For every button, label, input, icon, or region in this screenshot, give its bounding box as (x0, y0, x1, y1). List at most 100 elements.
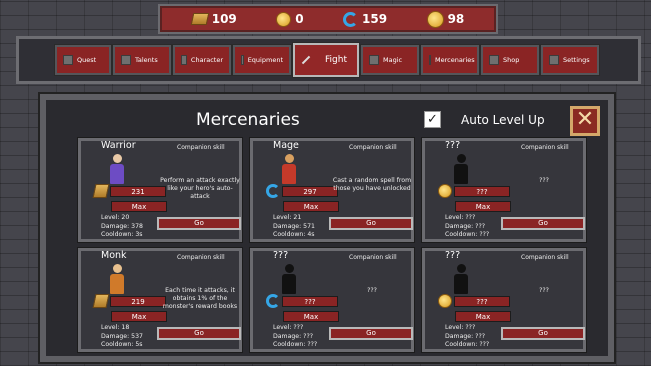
max-button[interactable]: Max (111, 201, 167, 212)
level-cost: ??? (266, 294, 338, 308)
skill-description: Cast a random spell from those you have … (332, 177, 412, 192)
damage-text: Damage: ??? (445, 222, 486, 230)
cooldown-text: Cooldown: 5s (101, 341, 143, 348)
wand-icon (369, 55, 379, 65)
mercenary-card: Monk Companion skill 219 Max Level: 18 D… (77, 247, 243, 353)
tab-label: Character (190, 56, 223, 64)
mercenary-card: Mage Companion skill 297 Max Level: 21 D… (249, 137, 415, 243)
resource-gold: 98 (426, 10, 465, 28)
go-button[interactable]: Go (501, 327, 585, 340)
max-button[interactable]: Max (283, 311, 339, 322)
cost-value: ??? (282, 295, 338, 307)
tab-label: Magic (383, 56, 403, 64)
tab-magic[interactable]: Magic (360, 44, 420, 76)
tab-label: Talents (135, 56, 158, 64)
max-button[interactable]: Max (111, 311, 167, 322)
go-button[interactable]: Go (501, 217, 585, 230)
max-button[interactable]: Max (455, 201, 511, 212)
tab-label: Quest (77, 56, 97, 64)
mercenary-portrait (451, 264, 471, 294)
tab-character[interactable]: Character (172, 44, 232, 76)
damage-text: Damage: 537 (101, 332, 143, 340)
mercenary-card: ??? Companion skill ??? Max Level: ??? D… (421, 247, 587, 353)
mercenary-portrait (107, 264, 127, 294)
mercenary-grid: Warrior Companion skill 231 Max Level: 2… (77, 137, 587, 353)
companion-skill-label: Companion skill (177, 144, 225, 151)
gold-value: 98 (447, 12, 465, 26)
tab-quest[interactable]: Quest (54, 44, 112, 76)
tab-label: Settings (563, 56, 590, 64)
go-button[interactable]: Go (157, 217, 241, 230)
mercenary-portrait (107, 154, 127, 184)
skill-description: ??? (539, 287, 549, 294)
mercenary-icon (429, 55, 431, 65)
resource-bar: 109 0 159 98 (158, 4, 498, 34)
quest-icon (63, 55, 73, 65)
go-button[interactable]: Go (157, 327, 241, 340)
talents-icon (121, 55, 131, 65)
tab-label: Fight (325, 55, 347, 65)
level-cost: ??? (438, 184, 510, 198)
level-cost: 297 (266, 184, 338, 198)
auto-level-up-label: Auto Level Up (461, 113, 545, 127)
mercenary-name: ??? (273, 250, 289, 261)
tab-settings[interactable]: Settings (540, 44, 600, 76)
mercenary-name: Warrior (101, 140, 136, 151)
auto-level-up-checkbox[interactable]: ✓ (424, 111, 441, 128)
tab-label: Equipment (247, 56, 283, 64)
level-cost: 219 (92, 294, 166, 308)
skill-description: Perform an attack exactly like your hero… (160, 177, 240, 200)
mana-swirl-icon (343, 11, 359, 27)
max-button[interactable]: Max (455, 311, 511, 322)
mercenary-portrait (279, 154, 299, 184)
mercenary-card: Warrior Companion skill 231 Max Level: 2… (77, 137, 243, 243)
skill-description: ??? (539, 177, 549, 184)
damage-text: Damage: 378 (101, 222, 143, 230)
tab-label: Mercenaries (435, 56, 475, 64)
damage-text: Damage: 571 (273, 222, 315, 230)
skill-description: Each time it attacks, it obtains 1% of t… (162, 287, 238, 310)
close-button[interactable]: ✕ (570, 106, 600, 136)
level-text: Level: ??? (273, 324, 304, 331)
go-button[interactable]: Go (329, 327, 413, 340)
max-button[interactable]: Max (283, 201, 339, 212)
gold-coin-icon (426, 10, 444, 28)
damage-text: Damage: ??? (273, 332, 314, 340)
book-icon (190, 13, 209, 25)
cost-value: ??? (454, 185, 510, 197)
mercenary-card: ??? Companion skill ??? Max Level: ??? D… (421, 137, 587, 243)
coins-value: 0 (295, 12, 304, 26)
gear-icon (549, 55, 559, 65)
panel-title: Mercenaries (196, 110, 300, 130)
tab-mercenaries[interactable]: Mercenaries (420, 44, 480, 76)
companion-skill-label: Companion skill (177, 254, 225, 261)
mana-swirl-icon (266, 184, 280, 198)
go-button[interactable]: Go (329, 217, 413, 230)
mercenary-stats: Level: 20 Damage: 378 Cooldown: 3s (101, 214, 143, 240)
book-icon (92, 294, 110, 308)
coin-icon (276, 11, 292, 27)
damage-text: Damage: ??? (445, 332, 486, 340)
tab-talents[interactable]: Talents (112, 44, 172, 76)
book-icon (92, 184, 110, 198)
companion-skill-label: Companion skill (349, 254, 397, 261)
resource-mana: 159 (343, 11, 387, 27)
level-text: Level: 18 (101, 324, 130, 331)
mercenary-stats: Level: ??? Damage: ??? Cooldown: ??? (445, 214, 489, 240)
cost-value: 231 (110, 185, 166, 197)
level-cost: 231 (92, 184, 166, 198)
level-text: Level: ??? (445, 214, 476, 221)
cost-value: 297 (282, 185, 338, 197)
mercenary-stats: Level: ??? Damage: ??? Cooldown: ??? (273, 324, 317, 350)
tab-fight[interactable]: Fight (292, 42, 360, 78)
mercenary-card: ??? Companion skill ??? Max Level: ??? D… (249, 247, 415, 353)
mercenary-portrait (451, 154, 471, 184)
coin-icon (489, 55, 499, 65)
character-icon (181, 55, 187, 65)
tab-shop[interactable]: Shop (480, 44, 540, 76)
sword-icon (301, 55, 311, 65)
cost-value: 219 (110, 295, 166, 307)
cooldown-text: Cooldown: 3s (101, 231, 143, 238)
mercenary-stats: Level: 21 Damage: 571 Cooldown: 4s (273, 214, 315, 240)
tab-equipment[interactable]: Equipment (232, 44, 292, 76)
